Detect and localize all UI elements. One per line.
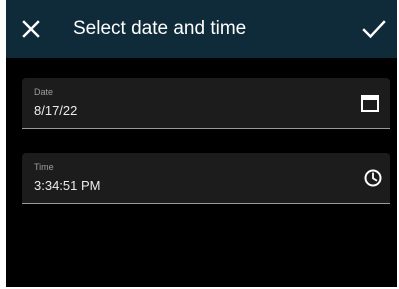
- date-field-value[interactable]: 8/17/22: [34, 103, 77, 119]
- date-time-picker-screen: Select date and time Date 8/17/22 Time 3…: [6, 0, 397, 287]
- close-icon: [22, 20, 40, 38]
- calendar-button[interactable]: [359, 92, 381, 114]
- confirm-button[interactable]: [361, 16, 387, 42]
- check-icon: [362, 20, 386, 39]
- page-title: Select date and time: [73, 18, 247, 39]
- time-field-value[interactable]: 3:34:51 PM: [34, 178, 101, 194]
- close-button[interactable]: [19, 17, 43, 41]
- clock-icon: [364, 169, 382, 187]
- date-field[interactable]: Date 8/17/22: [22, 78, 390, 129]
- time-field[interactable]: Time 3:34:51 PM: [22, 153, 390, 204]
- app-bar: Select date and time: [6, 0, 397, 58]
- clock-button[interactable]: [362, 167, 384, 189]
- calendar-icon: [361, 95, 379, 112]
- date-field-label: Date: [34, 87, 54, 97]
- time-field-label: Time: [34, 162, 54, 172]
